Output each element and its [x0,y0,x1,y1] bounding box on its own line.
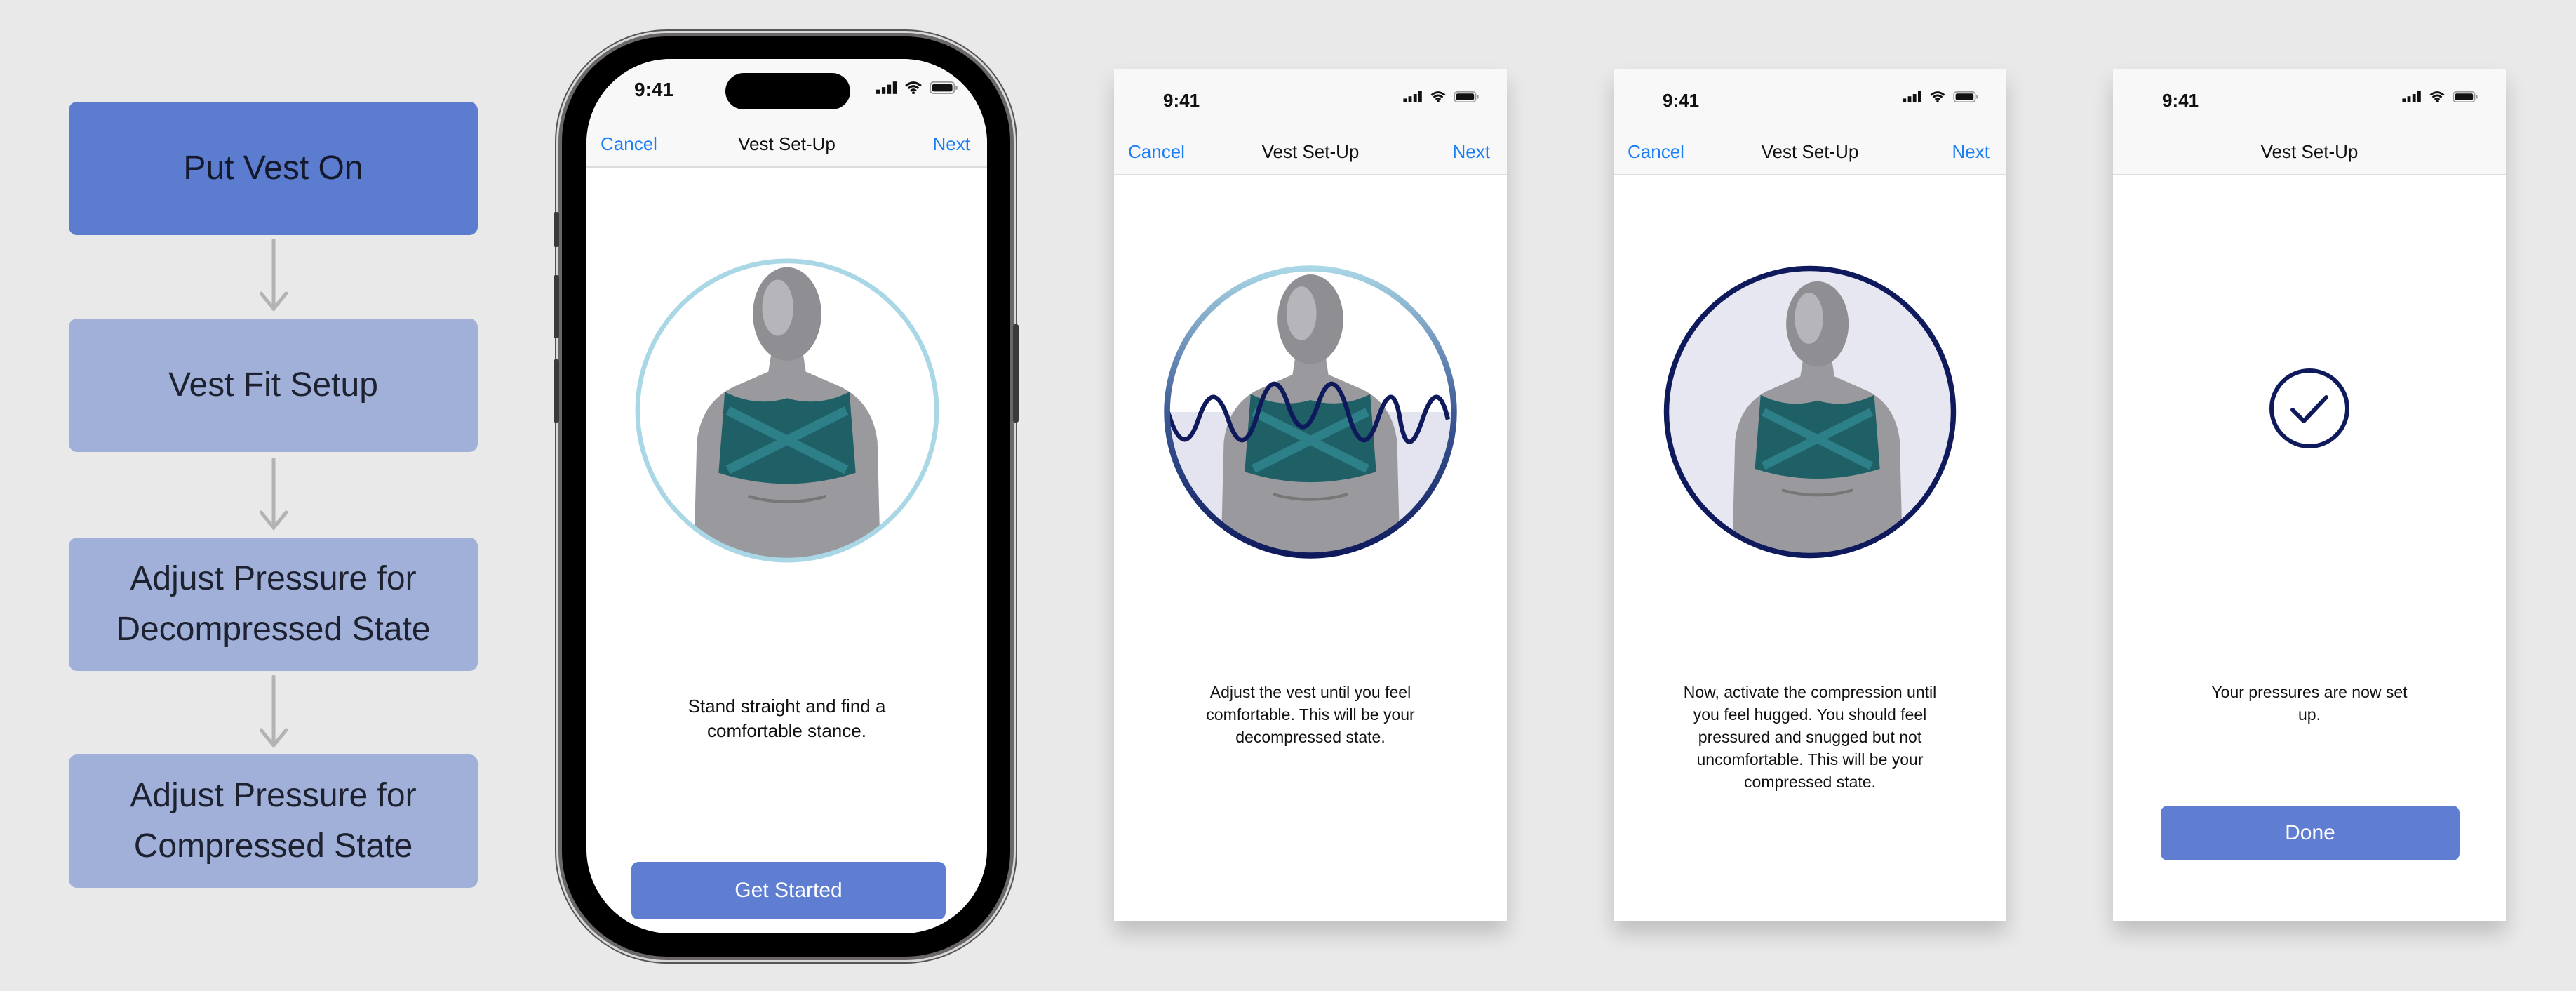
flow-step-label: Adjust Pressure for Compressed State [130,777,417,865]
screen-complete: 9:41 Vest Set-Up Your pressures are now … [2113,69,2506,921]
next-button[interactable]: Next [933,133,970,155]
battery-icon [930,81,958,94]
flow-arrow-icon [260,458,288,531]
instruction-text: Now, activate the compression until you … [1683,683,1937,791]
flow-step-vest-fit-setup: Vest Fit Setup [69,319,478,452]
checkmark-circle-icon [2269,368,2349,448]
status-icons [1903,91,1978,102]
nav-title: Vest Set-Up [2260,141,2359,162]
cancel-button[interactable]: Cancel [1628,141,1684,163]
flow-arrow-icon [260,675,288,748]
confirmation-text: Your pressures are now set up. [2211,683,2408,724]
screen-compressed: 9:41 Cancel Vest Set-Up Next Now, activa… [1614,69,2006,921]
battery-icon [1953,91,1978,102]
flow-step-compressed: Adjust Pressure for Compressed State [69,754,478,888]
battery-icon [2453,91,2478,102]
wifi-icon [2429,91,2446,102]
cellular-signal-icon [1403,91,1423,102]
cellular-signal-icon [2402,91,2422,102]
nav-bar: 9:41 Cancel Vest Set-Up Next [1114,69,1507,175]
flow-arrow-icon [260,239,288,312]
status-time: 9:41 [1663,90,1700,111]
phone-side-button [554,212,559,247]
status-icons [2402,91,2478,102]
nav-bar: 9:41 Vest Set-Up [2113,69,2506,175]
battery-icon [1454,91,1479,102]
get-started-button[interactable]: Get Started [631,862,946,919]
phone-side-button [554,275,559,338]
instruction-text: Adjust the vest until you feel comfortab… [1206,683,1415,746]
phone-side-button [1013,324,1019,423]
wifi-icon [1929,91,1946,102]
phone-side-button [554,359,559,423]
flow-step-label: Put Vest On [183,149,363,187]
wifi-icon [1430,91,1447,102]
status-icons [876,81,958,94]
status-time: 9:41 [2162,90,2199,111]
flow-step-put-vest-on: Put Vest On [69,102,478,235]
flow-step-label: Adjust Pressure for Decompressed State [116,560,431,648]
instruction-text: Stand straight and find a comfortable st… [687,696,886,741]
status-time: 9:41 [634,79,674,100]
status-time: 9:41 [1163,90,1200,111]
vest-illustration [1164,265,1457,559]
cellular-signal-icon [1903,91,1922,102]
dynamic-island [725,73,850,109]
next-button[interactable]: Next [1952,141,1990,163]
vest-illustration-side [1663,265,1957,559]
cellular-signal-icon [876,81,897,94]
phone-frame: 9:41 Cancel Vest Set-Up Next Stand strai… [554,36,1019,957]
done-button[interactable]: Done [2161,806,2460,860]
cancel-button[interactable]: Cancel [1128,141,1185,163]
flow-step-decompressed: Adjust Pressure for Decompressed State [69,538,478,671]
next-button[interactable]: Next [1453,141,1490,163]
wifi-icon [904,81,923,94]
nav-bar: 9:41 Cancel Vest Set-Up Next [1614,69,2006,175]
cancel-button[interactable]: Cancel [601,133,657,155]
flow-step-label: Vest Fit Setup [168,366,378,404]
vest-illustration [635,258,939,563]
screen-decompressed: 9:41 Cancel Vest Set-Up Next Adjust the … [1114,69,1507,921]
nav-bar: 9:41 Cancel Vest Set-Up Next [586,59,987,168]
status-icons [1403,91,1479,102]
screen-stand-straight: 9:41 Cancel Vest Set-Up Next Stand strai… [586,59,987,933]
